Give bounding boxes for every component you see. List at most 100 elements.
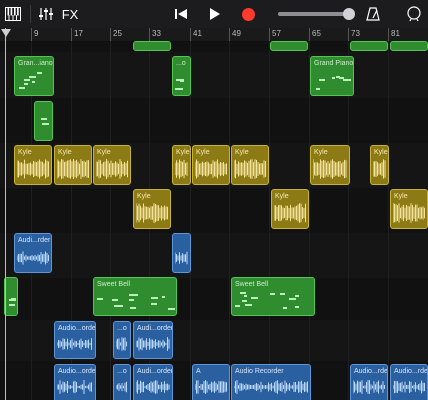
kyle-region[interactable]: Kyle: [271, 189, 309, 229]
grand-piano-region[interactable]: ...o: [172, 56, 191, 96]
midi-note: [242, 300, 248, 303]
waveform: [313, 159, 347, 179]
kyle-region[interactable]: Kyle: [370, 145, 389, 185]
midi-note: [245, 304, 252, 307]
timeline-ruler[interactable]: 9 17 25 33 41 49 57 65 73 81: [0, 28, 428, 42]
audio-recorder-region[interactable]: Audio...rder: [390, 364, 428, 400]
bar-gridline: [388, 41, 389, 400]
kyle-region[interactable]: Kyle: [310, 145, 350, 185]
midi-note: [31, 81, 36, 84]
kyle-region[interactable]: Kyle: [231, 145, 269, 185]
track-area[interactable]: Gran...iano ...o Grand Piano Kyle Kyle K…: [0, 41, 428, 400]
region-name: Kyle: [97, 149, 111, 156]
region-name: Audio...order: [58, 368, 96, 375]
go-to-start-icon[interactable]: [170, 0, 192, 28]
waveform: [353, 380, 385, 394]
midi-region[interactable]: [133, 41, 171, 51]
audio-recorder-region[interactable]: Audi...rder: [14, 233, 52, 273]
kyle-region[interactable]: Kyle: [133, 189, 171, 229]
audio-recorder-region[interactable]: A: [192, 364, 230, 400]
waveform: [175, 159, 188, 179]
metronome-icon[interactable]: [362, 0, 384, 28]
region-name: Kyle: [235, 149, 249, 156]
waveform-path: [373, 159, 386, 179]
waveform-path: [96, 159, 128, 179]
region-name: Audi...rder: [18, 237, 51, 244]
midi-region[interactable]: [390, 41, 428, 51]
ruler-tick: [110, 28, 111, 41]
master-volume-slider[interactable]: [276, 0, 356, 28]
ruler-tick: [309, 28, 310, 41]
waveform: [195, 159, 227, 179]
play-icon[interactable]: [204, 0, 226, 28]
midi-note: [96, 298, 103, 301]
bar-number: 41: [193, 29, 202, 38]
waveform-path: [116, 381, 127, 393]
mixer-sliders-icon[interactable]: [36, 0, 56, 28]
bar-number: 81: [391, 29, 400, 38]
audio-recorder-region[interactable]: Audio...rder: [350, 364, 388, 400]
waveform-path: [57, 380, 92, 394]
track-lane: [0, 278, 428, 321]
sweet-bell-region[interactable]: Sweet Bell: [231, 277, 315, 316]
midi-note: [175, 87, 184, 90]
waveform-path: [116, 337, 127, 351]
audio-recorder-region[interactable]: Audio...order: [54, 321, 96, 359]
sweet-bell-region[interactable]: Sweet Bell: [93, 277, 177, 316]
waveform-path: [195, 380, 227, 394]
grand-piano-region[interactable]: Grand Piano: [310, 56, 354, 96]
waveform: [195, 380, 227, 394]
midi-note: [343, 79, 348, 82]
playhead-handle[interactable]: [1, 29, 11, 37]
midi-note: [280, 293, 286, 296]
audio-recorder-region[interactable]: Audi...order: [133, 321, 173, 359]
waveform-path: [234, 159, 266, 179]
midi-region[interactable]: [270, 41, 308, 51]
grand-piano-region[interactable]: Gran...iano: [14, 56, 54, 96]
kyle-region[interactable]: Kyle: [93, 145, 131, 185]
midi-note: [129, 306, 136, 309]
midi-note: [19, 86, 26, 89]
midi-note: [295, 294, 299, 297]
waveform-path: [353, 380, 385, 394]
record-icon[interactable]: [237, 0, 259, 28]
waveform-path: [393, 203, 425, 223]
midi-region[interactable]: [350, 41, 388, 51]
piano-keyboard-icon[interactable]: [2, 0, 24, 28]
bar-number: 57: [272, 29, 281, 38]
ruler-tick: [388, 28, 389, 41]
volume-knob[interactable]: [343, 8, 356, 20]
midi-note: [162, 296, 166, 299]
kyle-region[interactable]: Kyle: [390, 189, 428, 229]
ruler-tick: [269, 28, 270, 41]
audio-recorder-region[interactable]: ...o: [113, 364, 131, 400]
fx-button[interactable]: FX: [60, 0, 80, 28]
audio-recorder-region[interactable]: Audio...order: [54, 364, 96, 400]
midi-region[interactable]: [4, 277, 18, 316]
waveform: [274, 203, 306, 223]
waveform: [96, 159, 128, 179]
kyle-region[interactable]: Kyle: [54, 145, 92, 185]
audio-recorder-region[interactable]: Audi...order: [133, 364, 173, 400]
waveform: [373, 159, 386, 179]
region-name: ...o: [176, 60, 186, 67]
kyle-region[interactable]: Kyle: [14, 145, 52, 185]
region-name: Audi...order: [137, 325, 173, 332]
audio-recorder-region[interactable]: ...o: [113, 321, 131, 359]
midi-region[interactable]: [34, 101, 53, 141]
waveform-path: [136, 380, 170, 394]
loop-browser-icon[interactable]: [402, 0, 426, 28]
region-name: Kyle: [275, 193, 289, 200]
region-name: Kyle: [176, 149, 190, 156]
audio-recorder-region[interactable]: Audio Recorder: [231, 364, 311, 400]
waveform: [136, 203, 168, 223]
playhead[interactable]: [5, 28, 6, 400]
midi-note: [24, 78, 30, 81]
waveform: [116, 337, 127, 351]
kyle-region[interactable]: Kyle: [172, 145, 191, 185]
audio-recorder-region[interactable]: [172, 233, 191, 273]
kyle-region[interactable]: Kyle: [192, 145, 230, 185]
region-name: Audio Recorder: [235, 368, 284, 375]
midi-note: [251, 297, 258, 300]
waveform: [57, 380, 92, 394]
